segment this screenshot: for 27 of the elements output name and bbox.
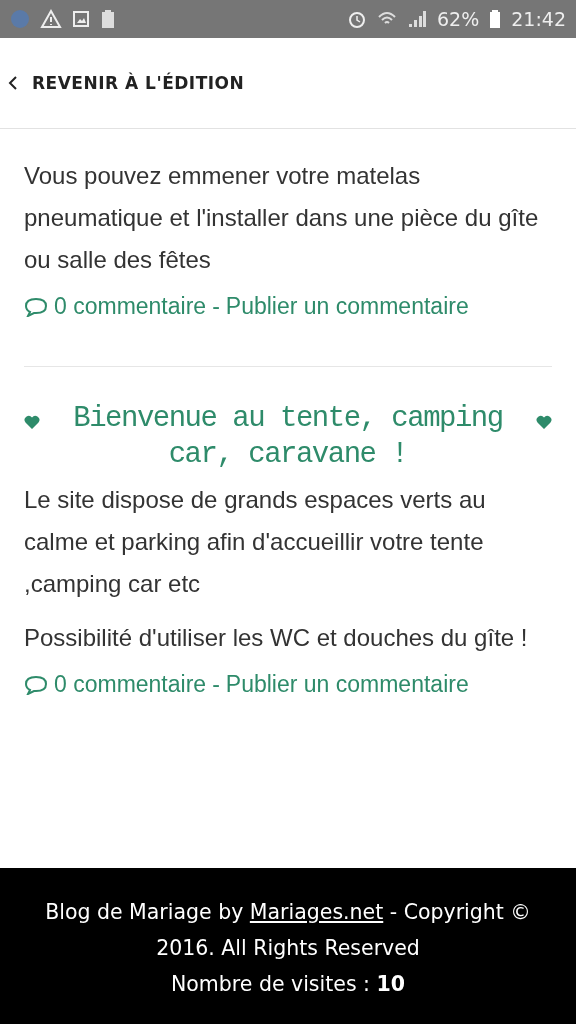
clock-time: 21:42 [511, 8, 566, 30]
heart-icon [536, 415, 552, 429]
signal-icon [407, 9, 427, 29]
post-paragraph: Possibilité d'utiliser les WC et douches du gîte ! [24, 623, 529, 653]
chevron-left-icon [8, 76, 18, 90]
speech-bubble-icon [24, 296, 48, 317]
speech-bubble-icon [24, 674, 48, 695]
alarm-icon [347, 9, 367, 29]
battery-icon [489, 9, 502, 29]
separator: - [212, 293, 220, 320]
app-icon [10, 9, 30, 29]
image-icon [72, 9, 90, 29]
publish-comment-link[interactable]: Publier un commentaire [225, 293, 469, 320]
post-paragraph: Vous pouvez emmener votre matelas pneumatique et l'installer dans une pièce du gîte ou salle des fêtes [24, 161, 540, 275]
separator: - [212, 671, 220, 698]
visit-count: Nombre de visites : 10 [169, 971, 407, 998]
post-paragraph: Le site dispose de grands espaces verts au calme et parking afin d'accueillir votre tente ,camping car etc [24, 485, 487, 599]
post-title: Bienvenue au tente, camping car, caravane ! [72, 401, 504, 473]
copyright-text: Blog de Mariage by Mariages.net - Copyright © 2016. All Rights Reserved [44, 899, 532, 962]
mariages-link[interactable]: Mariages.net [249, 900, 384, 924]
back-link[interactable]: REVENIR À L'ÉDITION [8, 73, 245, 93]
comment-count-link[interactable]: 0 commentaire [54, 671, 207, 698]
comment-count-link[interactable]: 0 commentaire [54, 293, 207, 320]
publish-comment-link[interactable]: Publier un commentaire [225, 671, 469, 698]
heart-icon [24, 415, 40, 429]
battery-percentage: 62% [437, 8, 480, 30]
warning-icon [40, 9, 62, 29]
